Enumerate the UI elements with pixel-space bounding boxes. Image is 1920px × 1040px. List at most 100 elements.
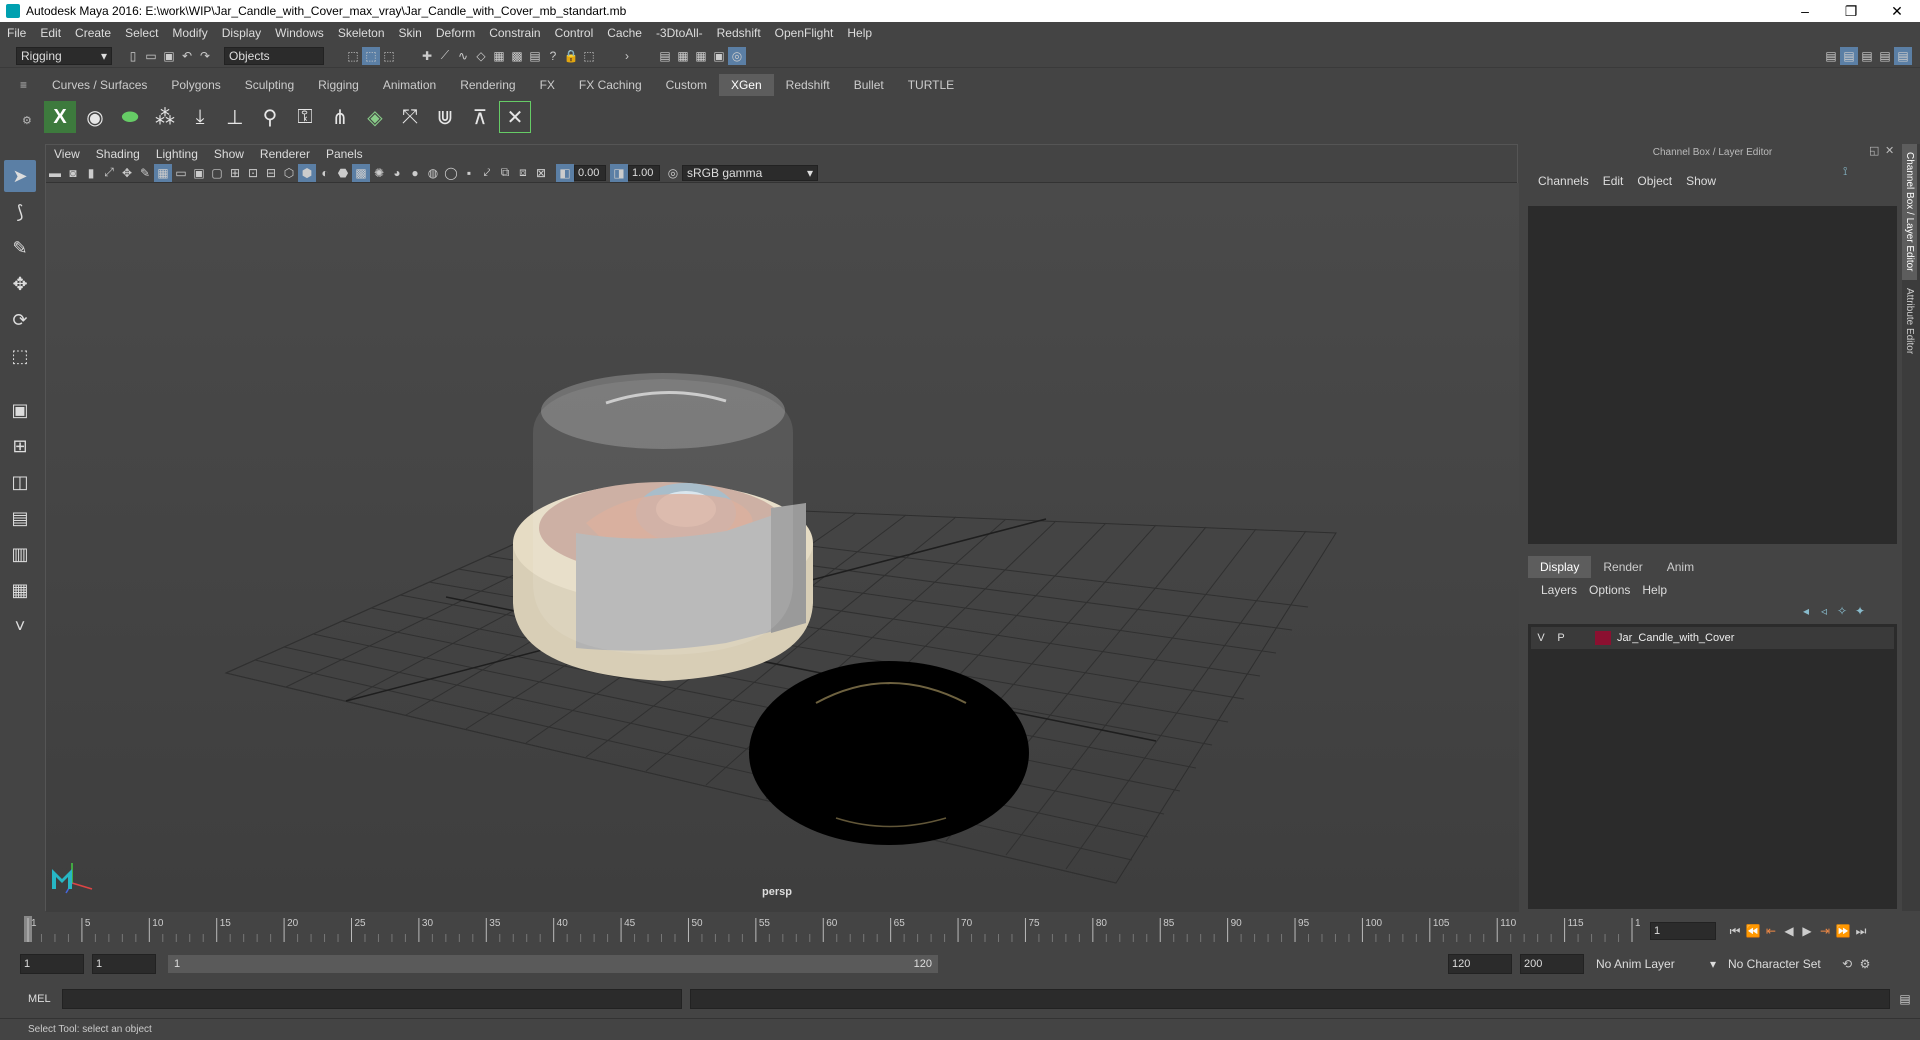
jar-lid-model[interactable] [749, 661, 1029, 845]
menu-redshift[interactable]: Redshift [710, 26, 768, 40]
camera-select-icon[interactable]: ▬ [46, 164, 64, 182]
grid-toggle-icon[interactable]: ▦ [154, 163, 172, 182]
two-pane-layout-icon[interactable]: ◫ [4, 466, 36, 498]
select-surfaces-icon[interactable]: ◇ [472, 47, 490, 65]
layer-menu-help[interactable]: Help [1636, 583, 1673, 597]
motion-blur-icon[interactable]: ◍ [424, 164, 442, 182]
xgen-preview-icon[interactable]: ◉ [79, 101, 111, 133]
step-forward-frame-icon[interactable]: ⇥ [1816, 922, 1834, 940]
layer-color-swatch[interactable] [1595, 631, 1611, 645]
default-material-icon[interactable]: ◐ [316, 164, 334, 182]
gamma-icon[interactable]: ◨ [610, 163, 628, 182]
step-back-key-icon[interactable]: ⏪ [1744, 922, 1762, 940]
new-layer-from-selection-icon[interactable]: ✦ [1851, 602, 1869, 620]
wireframe-on-shaded-icon[interactable]: ⬣ [334, 164, 352, 182]
minimize-button[interactable]: – [1782, 0, 1828, 22]
current-frame-field[interactable]: 1 [1650, 922, 1716, 940]
vp-menu-panels[interactable]: Panels [318, 147, 371, 161]
step-back-frame-icon[interactable]: ⇤ [1762, 922, 1780, 940]
screen-space-ao-icon[interactable]: ● [406, 164, 424, 182]
shelf-tab-fx[interactable]: FX [528, 74, 567, 96]
cb-menu-channels[interactable]: Channels [1531, 174, 1596, 188]
shelf-tab-rigging[interactable]: Rigging [306, 74, 371, 96]
shelf-tab-rendering[interactable]: Rendering [448, 74, 527, 96]
select-component-icon[interactable]: ⬚ [380, 47, 398, 65]
range-slider[interactable]: 1 120 [168, 955, 938, 973]
script-editor-icon[interactable]: ▤ [1896, 990, 1914, 1008]
xgen-groom-icon[interactable]: ⋓ [429, 101, 461, 133]
use-all-lights-icon[interactable]: ✺ [370, 164, 388, 182]
layer-tab-display[interactable]: Display [1528, 556, 1592, 578]
highlight-icon[interactable]: ⬚ [580, 47, 598, 65]
xgen-add-point-icon[interactable]: ⊥ [219, 101, 251, 133]
xray-icon[interactable]: ⧉ [496, 164, 514, 182]
wireframe-icon[interactable]: ⬡ [280, 164, 298, 182]
channelbox-area[interactable] [1528, 206, 1897, 544]
shelf-menu-icon[interactable]: ≡ [20, 78, 34, 92]
textured-icon[interactable]: ▩ [352, 163, 370, 182]
shelf-settings-icon[interactable]: ⚙ [22, 114, 34, 127]
menu-modify[interactable]: Modify [165, 26, 214, 40]
close-panel-icon[interactable]: ✕ [1885, 144, 1894, 157]
select-tool-icon[interactable]: ➤ [4, 160, 36, 192]
jar-candle-model[interactable] [513, 373, 813, 681]
film-gate-icon[interactable]: ▭ [172, 164, 190, 182]
vp-menu-lighting[interactable]: Lighting [148, 147, 206, 161]
depth-of-field-icon[interactable]: ▪ [460, 164, 478, 182]
xray-components-icon[interactable]: ⊠ [532, 164, 550, 182]
camera-attributes-icon[interactable]: ◙ [64, 164, 82, 182]
menu-file[interactable]: File [0, 26, 33, 40]
close-button[interactable]: ✕ [1874, 0, 1920, 22]
scale-tool-icon[interactable]: ⬚ [4, 340, 36, 372]
outliner-layout-icon[interactable]: ▤ [4, 502, 36, 534]
play-forwards-icon[interactable]: ▶ [1798, 922, 1816, 940]
resolution-gate-icon[interactable]: ▣ [190, 164, 208, 182]
command-language-label[interactable]: MEL [28, 993, 62, 1005]
safe-action-icon[interactable]: ⊡ [244, 164, 262, 182]
select-deformers-icon[interactable]: ▦ [490, 47, 508, 65]
cb-menu-show[interactable]: Show [1679, 174, 1723, 188]
vp-menu-show[interactable]: Show [206, 147, 252, 161]
xgen-sculpt-guide-icon[interactable]: ⚲ [254, 101, 286, 133]
move-layer-down-icon[interactable]: ◃ [1815, 602, 1833, 620]
menu-edit[interactable]: Edit [33, 26, 68, 40]
render-settings-icon[interactable]: ▣ [710, 47, 728, 65]
step-forward-key-icon[interactable]: ⏩ [1834, 922, 1852, 940]
bookmark-icon[interactable]: ▮ [82, 164, 100, 182]
side-tab-channelbox[interactable]: Channel Box / Layer Editor [1902, 144, 1917, 280]
xgen-lock-length-icon[interactable]: ⚿ [289, 101, 321, 133]
single-pane-layout-icon[interactable]: ▣ [4, 394, 36, 426]
go-to-end-icon[interactable]: ⏭ [1852, 922, 1870, 940]
xgen-cut-icon[interactable]: ⊼ [464, 101, 496, 133]
cb-menu-object[interactable]: Object [1630, 174, 1679, 188]
menu-select[interactable]: Select [118, 26, 165, 40]
select-hierarchy-icon[interactable]: ⬚ [344, 47, 362, 65]
select-curves-icon[interactable]: ∿ [454, 47, 472, 65]
selection-mode-dropdown[interactable]: Objects [224, 46, 324, 65]
layer-tab-render[interactable]: Render [1591, 556, 1654, 578]
menu-create[interactable]: Create [68, 26, 118, 40]
render-view-icon[interactable]: ▤ [656, 47, 674, 65]
3d-scene[interactable]: persp [46, 183, 1519, 912]
layout-more-icon[interactable]: ˅ [4, 610, 36, 642]
hypershade-icon[interactable]: ◎ [728, 46, 746, 65]
shelf-tab-custom[interactable]: Custom [654, 74, 719, 96]
animation-preferences-icon[interactable]: ⚙ [1856, 955, 1874, 973]
redo-icon[interactable]: ↷ [196, 47, 214, 65]
menu-skeleton[interactable]: Skeleton [331, 26, 392, 40]
menu-deform[interactable]: Deform [429, 26, 482, 40]
layer-row[interactable]: V P Jar_Candle_with_Cover [1531, 627, 1894, 649]
cb-menu-edit[interactable]: Edit [1596, 174, 1631, 188]
menu-skin[interactable]: Skin [392, 26, 429, 40]
graph-layout-icon[interactable]: ▥ [4, 538, 36, 570]
layer-playback-toggle[interactable]: P [1551, 632, 1571, 644]
attribute-editor-toggle-icon[interactable]: ▤ [1840, 46, 1858, 65]
color-management-icon[interactable]: ◎ [664, 164, 682, 182]
four-pane-layout-icon[interactable]: ⊞ [4, 430, 36, 462]
side-tab-attribute-editor[interactable]: Attribute Editor [1902, 280, 1917, 362]
save-scene-icon[interactable]: ▣ [160, 47, 178, 65]
open-scene-icon[interactable]: ▭ [142, 47, 160, 65]
menu-3dtoall[interactable]: -3DtoAll- [649, 26, 710, 40]
anim-end-field[interactable]: 120 [1448, 954, 1512, 974]
move-layer-up-icon[interactable]: ◂ [1797, 602, 1815, 620]
